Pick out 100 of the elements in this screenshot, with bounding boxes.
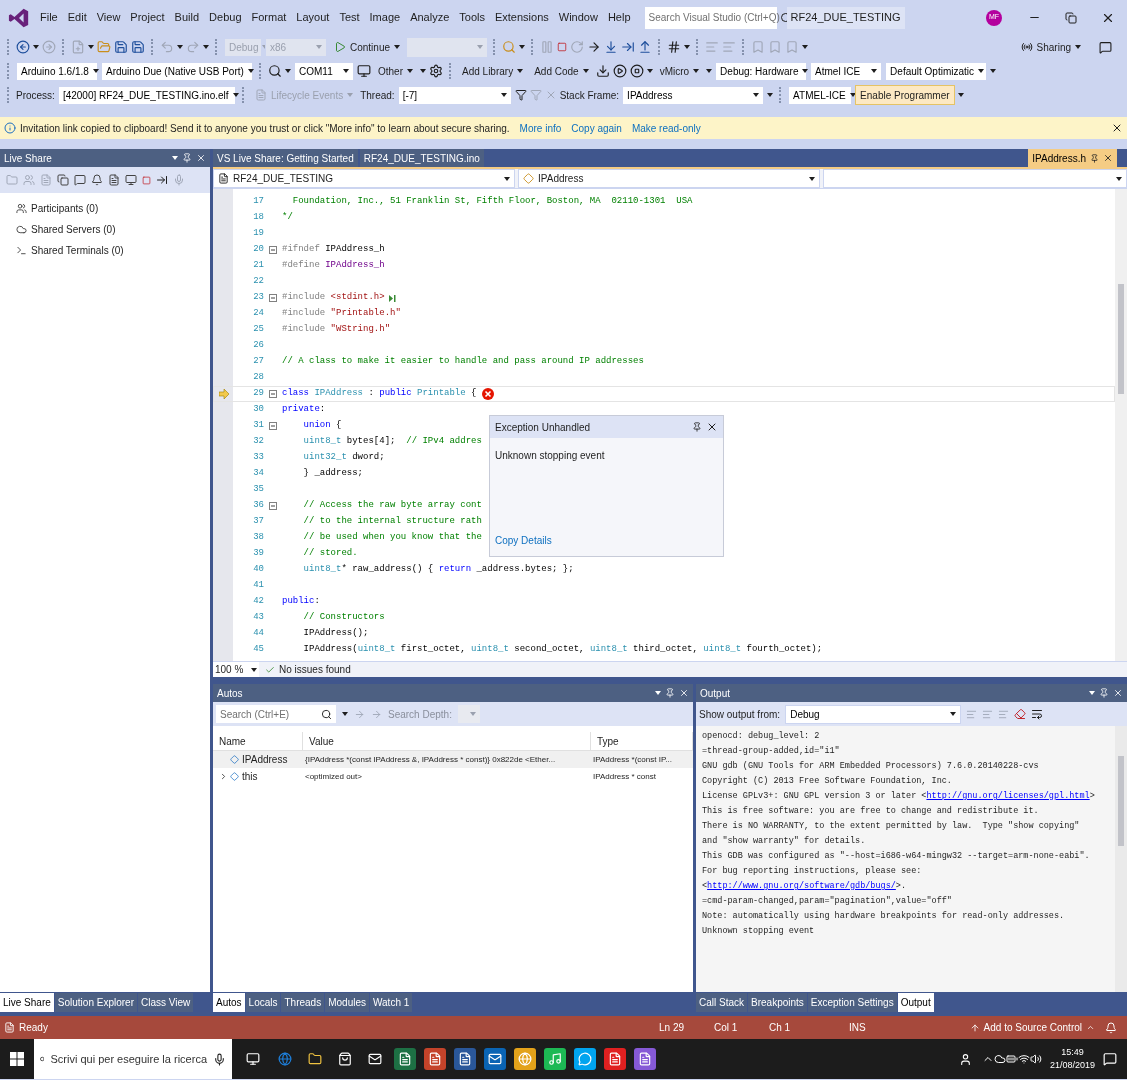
- copy-details-link[interactable]: Copy Details: [490, 533, 557, 548]
- toolbar-button[interactable]: Add Code: [530, 61, 593, 81]
- dropdown[interactable]: COM11: [294, 61, 354, 81]
- step-into-icon[interactable]: [604, 40, 619, 54]
- document-tab[interactable]: VS Live Share: Getting Started: [213, 149, 358, 167]
- pin-icon[interactable]: [692, 422, 702, 432]
- document-icon[interactable]: [454, 1048, 476, 1070]
- close-icon[interactable]: [706, 421, 718, 433]
- panel-tab[interactable]: Solution Explorer: [54, 993, 137, 1012]
- column-header[interactable]: Name: [213, 732, 303, 750]
- enable-programmer-button[interactable]: Enable Programmer: [855, 85, 955, 105]
- hash-icon[interactable]: [667, 40, 682, 54]
- word-wrap-icon[interactable]: [1031, 708, 1044, 720]
- dropdown[interactable]: Debug: Hardware: [715, 61, 808, 81]
- comment-icon[interactable]: [74, 174, 86, 186]
- settings-icon[interactable]: [429, 64, 443, 78]
- document-tab[interactable]: RF24_DUE_TESTING.ino: [359, 149, 484, 167]
- play-bar-icon[interactable]: [388, 294, 396, 302]
- menu-item[interactable]: Analyze: [406, 9, 454, 26]
- scrollbar[interactable]: [1115, 189, 1127, 661]
- notification-icon[interactable]: [1105, 1021, 1117, 1034]
- menu-item[interactable]: Image: [365, 9, 405, 26]
- cloud-icon[interactable]: [993, 1053, 1006, 1065]
- mail-app-icon[interactable]: [484, 1048, 506, 1070]
- battery-icon[interactable]: [1005, 1053, 1018, 1065]
- toolbar-button[interactable]: vMicro: [655, 61, 704, 81]
- play-circle-icon[interactable]: [612, 64, 627, 78]
- column-header[interactable]: Value: [303, 732, 591, 750]
- document-icon[interactable]: [108, 174, 120, 186]
- wifi-icon[interactable]: [1017, 1053, 1030, 1065]
- pin-icon[interactable]: [182, 153, 192, 163]
- stop-icon[interactable]: [557, 42, 568, 52]
- panel-tab[interactable]: Live Share: [0, 993, 54, 1012]
- project-dropdown[interactable]: RF24_DUE_TESTING: [213, 169, 515, 188]
- panel-tab[interactable]: Watch 1: [370, 993, 413, 1012]
- monitor-icon[interactable]: [125, 174, 137, 186]
- feedback-icon[interactable]: [1099, 40, 1112, 54]
- info-link[interactable]: Make read-only: [631, 120, 701, 136]
- toolbar-button[interactable]: Other: [374, 61, 417, 81]
- arrow-icon[interactable]: [156, 174, 168, 186]
- restore-icon[interactable]: [1065, 11, 1077, 24]
- menu-item[interactable]: Debug: [205, 9, 246, 26]
- pdf-icon[interactable]: [604, 1048, 626, 1070]
- output-source-dropdown[interactable]: Debug: [785, 704, 962, 724]
- toolbar-button[interactable]: Add Library: [458, 61, 528, 81]
- person-icon[interactable]: [958, 1052, 972, 1066]
- expand-icon[interactable]: [219, 772, 228, 781]
- info-link[interactable]: More info: [519, 120, 562, 136]
- scrollbar[interactable]: [1115, 726, 1127, 992]
- collapse-icon[interactable]: [269, 294, 277, 302]
- menu-item[interactable]: Extensions: [490, 9, 553, 26]
- panel-tab[interactable]: Autos: [213, 993, 245, 1012]
- collapse-icon[interactable]: [269, 422, 277, 430]
- menu-item[interactable]: Project: [126, 9, 169, 26]
- monitor-icon[interactable]: [357, 64, 371, 78]
- collapse-icon[interactable]: [269, 502, 277, 510]
- panel-tab[interactable]: Class View: [137, 993, 194, 1012]
- presentation-icon[interactable]: [424, 1048, 446, 1070]
- dropdown[interactable]: Atmel ICE: [810, 61, 883, 81]
- toolbar-button[interactable]: Continue: [330, 37, 405, 57]
- close-icon[interactable]: [1111, 122, 1123, 134]
- task-view-icon[interactable]: [246, 1052, 260, 1066]
- panel-tab[interactable]: Locals: [245, 993, 281, 1012]
- document-tab[interactable]: IPAddress.h: [1028, 149, 1117, 167]
- download-icon[interactable]: [595, 64, 610, 78]
- collapse-icon[interactable]: [269, 390, 277, 398]
- search-field[interactable]: Search (Ctrl+E): [216, 705, 336, 723]
- stop-circle-icon[interactable]: [629, 64, 644, 78]
- column-header[interactable]: Type: [591, 732, 693, 750]
- source-control-button[interactable]: Add to Source Control: [969, 1020, 1095, 1035]
- menu-item[interactable]: Help: [603, 9, 635, 26]
- panel-tab[interactable]: Breakpoints: [748, 993, 807, 1012]
- music-icon[interactable]: [544, 1048, 566, 1070]
- menu-item[interactable]: View: [92, 9, 125, 26]
- volume-icon[interactable]: [1029, 1053, 1042, 1065]
- step-out-icon[interactable]: [638, 40, 653, 54]
- zoom-dropdown[interactable]: 100 %: [213, 662, 259, 677]
- taskbar-search-field[interactable]: Scrivi qui per eseguire la ricerca: [34, 1039, 232, 1079]
- menu-item[interactable]: Format: [247, 9, 291, 26]
- step-over-icon[interactable]: [621, 40, 636, 54]
- panel-tab[interactable]: Output: [897, 993, 934, 1012]
- panel-tab[interactable]: Exception Settings: [807, 993, 897, 1012]
- dropdown[interactable]: ATMEL-ICE: [788, 85, 853, 105]
- tree-item[interactable]: Participants (0): [31, 201, 99, 216]
- filter-icon[interactable]: [514, 89, 527, 101]
- link[interactable]: http://gnu.org/licenses/gpl.html: [926, 791, 1090, 801]
- toolbar-button[interactable]: Sharing: [1016, 37, 1085, 57]
- clear-icon[interactable]: [1014, 708, 1027, 720]
- tree-item[interactable]: Shared Terminals (0): [31, 243, 124, 258]
- menu-item[interactable]: Window: [554, 9, 602, 26]
- dropdown[interactable]: IPAddress: [622, 85, 765, 105]
- dropdown[interactable]: [42000] RF24_DUE_TESTING.ino.elf: [57, 85, 236, 105]
- info-link[interactable]: Copy again: [571, 120, 622, 136]
- panel-tab[interactable]: Threads: [281, 993, 325, 1012]
- menu-item[interactable]: File: [36, 9, 62, 26]
- link[interactable]: http://www.gnu.org/software/gdb/bugs/: [707, 881, 896, 891]
- spreadsheet-icon[interactable]: [394, 1048, 416, 1070]
- stop-icon[interactable]: [142, 175, 151, 185]
- dropdown[interactable]: Arduino 1.6/1.8: [16, 61, 98, 81]
- collapse-icon[interactable]: [269, 246, 277, 254]
